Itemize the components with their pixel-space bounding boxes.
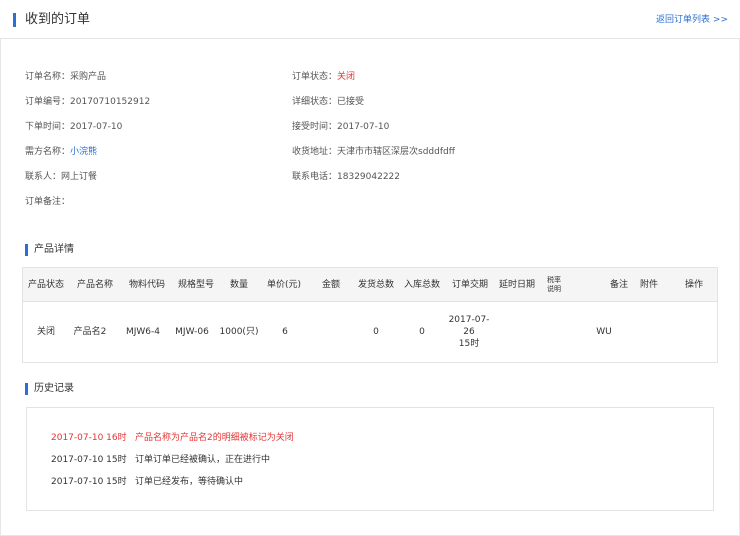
- th-unit-price: 单价(元): [266, 280, 302, 290]
- order-status-value: 关闭: [337, 72, 356, 82]
- history-entry-message: 订单订单已经被确认，正在进行中: [135, 455, 271, 465]
- order-name-value: 采购产品: [70, 72, 107, 82]
- td-product-name: 产品名2: [73, 327, 107, 337]
- accept-time-label: 接受时间：: [292, 122, 338, 132]
- td-product-status: 关闭: [36, 327, 55, 337]
- history-entry-message: 产品名称为产品名2的明细被标记为关闭: [135, 433, 294, 443]
- delivery-address-label: 收货地址：: [292, 147, 338, 157]
- history-entry: 2017-07-10 15时 订单订单已经被确认，正在进行中: [51, 454, 270, 466]
- detail-status-value: 已接受: [337, 97, 365, 107]
- products-table-header: 产品状态 产品名称 物料代码 规格型号 数量 单价(元) 金额 发货总数 入库总…: [23, 268, 717, 302]
- history-entry: 2017-07-10 16时 产品名称为产品名2的明细被标记为关闭: [51, 432, 294, 444]
- th-product-status: 产品状态: [27, 280, 64, 290]
- th-quantity: 数量: [229, 280, 248, 290]
- th-operation: 操作: [684, 280, 703, 290]
- order-time-value: 2017-07-10: [70, 122, 123, 132]
- buyer-name-label: 需方名称：: [25, 147, 71, 157]
- order-remark-label: 订单备注：: [25, 197, 71, 207]
- order-time-field: 下单时间：2017-07-10: [25, 121, 122, 133]
- history-section-title: 历史记录: [25, 382, 74, 396]
- contact-person-value: 网上订餐: [61, 172, 98, 182]
- td-delay-date: [495, 302, 539, 362]
- td-delivery-date: 2017-07-26 15时: [448, 315, 490, 349]
- th-material-code: 物料代码: [128, 280, 165, 290]
- back-to-order-list-link[interactable]: 返回订单列表 >>: [656, 14, 728, 26]
- accept-time-value: 2017-07-10: [337, 122, 390, 132]
- delivery-address-value: 天津市市辖区深层次sdddfdff: [337, 147, 455, 157]
- history-entry-time: 2017-07-10 15时: [51, 455, 127, 465]
- td-attachment: [623, 302, 675, 362]
- th-shipped-total: 发货总数: [357, 280, 394, 290]
- order-number-value: 20170710152912: [70, 97, 151, 107]
- th-delay-date: 延时日期: [498, 280, 535, 290]
- th-delivery-date: 订单交期: [451, 280, 488, 290]
- th-attachment: 附件: [639, 280, 658, 290]
- td-tax-note: [539, 302, 569, 362]
- accept-time-field: 接受时间：2017-07-10: [292, 121, 389, 133]
- contact-phone-value: 18329042222: [337, 172, 401, 182]
- title-accent-bar: [13, 13, 16, 27]
- order-name-field: 订单名称：采购产品: [25, 71, 106, 83]
- order-status-label: 订单状态：: [292, 72, 338, 82]
- td-material-code: MJW6-4: [125, 327, 161, 337]
- contact-phone-label: 联系电话：: [292, 172, 338, 182]
- td-quantity: 1000(只): [219, 327, 259, 337]
- th-product-name: 产品名称: [76, 280, 113, 290]
- td-amount: [309, 302, 353, 362]
- contact-person-label: 联系人：: [25, 172, 62, 182]
- order-name-label: 订单名称：: [25, 72, 71, 82]
- delivery-address-field: 收货地址：天津市市辖区深层次sdddfdff: [292, 146, 455, 158]
- history-entry-time: 2017-07-10 16时: [51, 433, 127, 443]
- history-entry-message: 订单已经发布，等待确认中: [135, 477, 244, 487]
- buyer-name-link[interactable]: 小浣熊: [70, 147, 97, 157]
- td-spec-model: MJW-06: [175, 327, 209, 337]
- history-entry: 2017-07-10 15时 订单已经发布，等待确认中: [51, 476, 243, 488]
- products-section-title: 产品详情: [25, 243, 74, 257]
- td-unit-price: 6: [282, 327, 288, 337]
- order-number-label: 订单编号：: [25, 97, 71, 107]
- contact-phone-field: 联系电话：18329042222: [292, 171, 400, 183]
- th-stocked-total: 入库总数: [403, 280, 440, 290]
- td-operation: [671, 302, 717, 362]
- order-time-label: 下单时间：: [25, 122, 71, 132]
- th-amount: 金额: [321, 280, 340, 290]
- order-number-field: 订单编号：20170710152912: [25, 96, 150, 108]
- history-box: 2017-07-10 16时 产品名称为产品名2的明细被标记为关闭 2017-07…: [26, 407, 714, 511]
- th-spec-model: 规格型号: [177, 280, 214, 290]
- td-shipped-total: 0: [373, 327, 379, 337]
- products-table: 产品状态 产品名称 物料代码 规格型号 数量 单价(元) 金额 发货总数 入库总…: [22, 267, 718, 363]
- buyer-name-field: 需方名称：小浣熊: [25, 146, 97, 158]
- detail-status-label: 详细状态：: [292, 97, 338, 107]
- page-title: 收到的订单: [25, 12, 91, 27]
- order-remark-field: 订单备注：: [25, 196, 70, 208]
- history-entry-time: 2017-07-10 15时: [51, 477, 127, 487]
- contact-person-field: 联系人：网上订餐: [25, 171, 97, 183]
- detail-status-field: 详细状态：已接受: [292, 96, 364, 108]
- td-stocked-total: 0: [419, 327, 425, 337]
- th-tax-note: 税率 说明: [547, 276, 561, 293]
- page-header: 收到的订单 返回订单列表 >>: [0, 0, 740, 39]
- order-status-field: 订单状态：关闭: [292, 71, 355, 83]
